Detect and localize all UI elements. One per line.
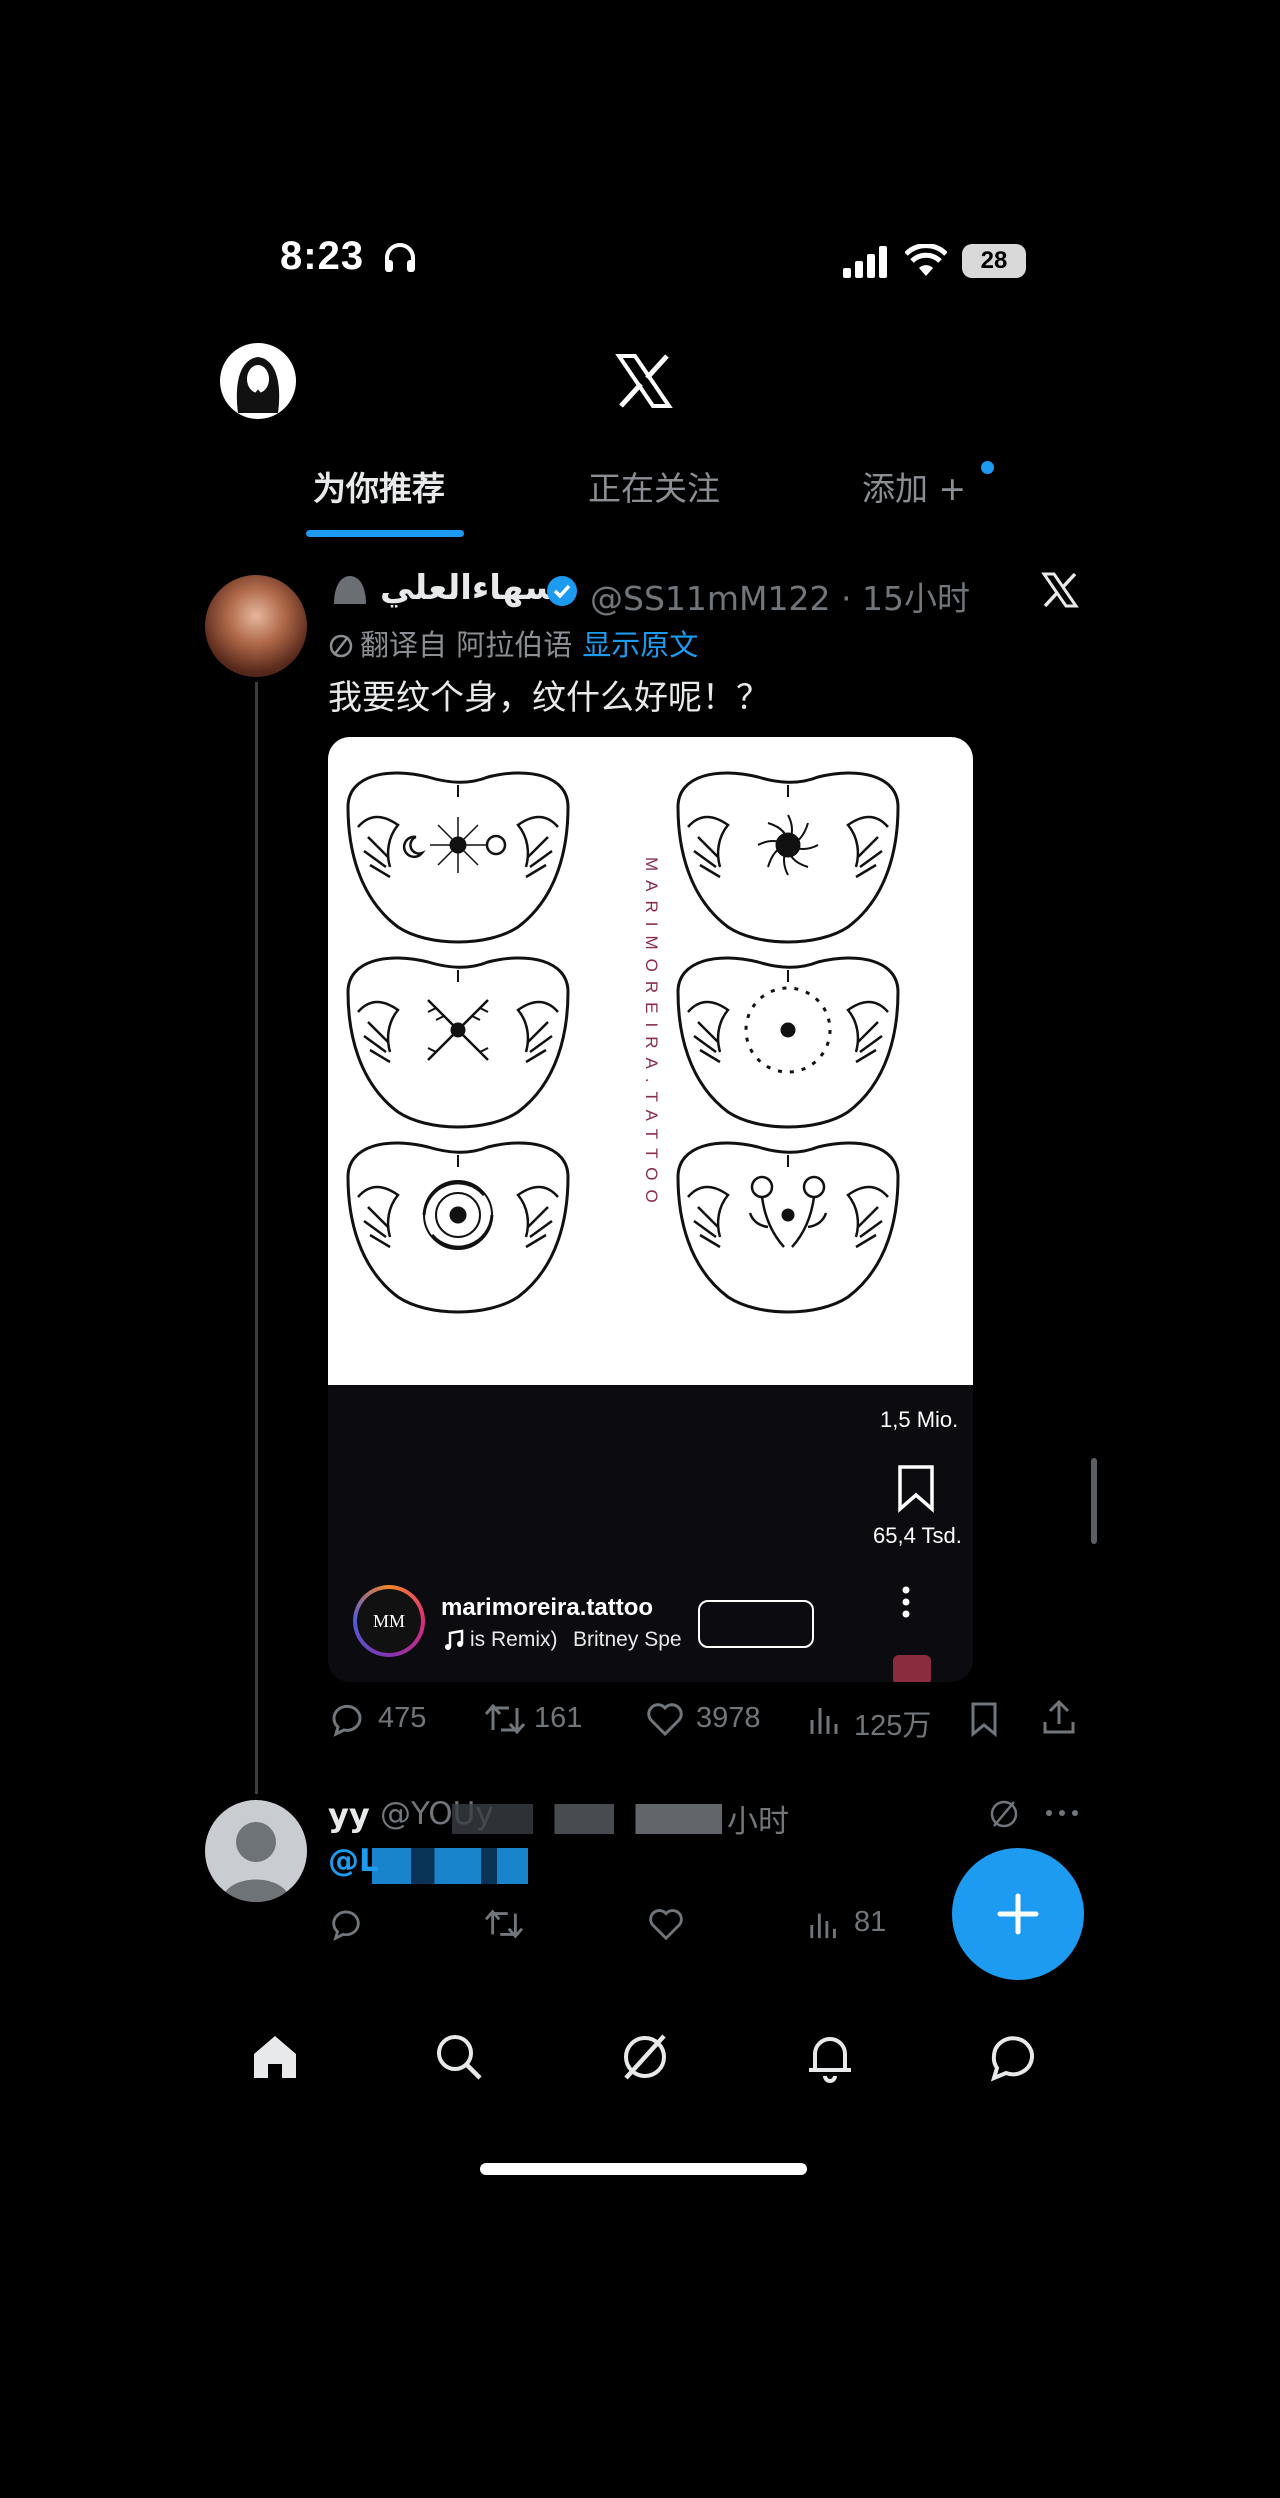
post-handle-time[interactable]: @SS11mM122 · 15小时 xyxy=(590,572,970,620)
translation-row: 翻译自 阿拉伯语 显示原文 xyxy=(328,622,698,664)
tab-add[interactable]: 添加 + xyxy=(862,462,966,510)
grok-icon[interactable] xyxy=(988,1798,1020,1830)
active-tab-indicator xyxy=(306,530,464,537)
reel-song-part1: is Remix) xyxy=(470,1628,558,1651)
repost-icon[interactable] xyxy=(483,1700,527,1738)
messages-icon[interactable] xyxy=(986,2030,1040,2084)
battery-indicator: 28 xyxy=(962,244,1026,278)
tattoo-sheet-image: MARIMOREIRA.TATTOO xyxy=(328,737,973,1385)
wifi-icon xyxy=(905,244,947,276)
reel-save-count: 65,4 Tsd. xyxy=(873,1523,962,1548)
profile-avatar[interactable] xyxy=(220,343,296,419)
tab-following[interactable]: 正在关注 xyxy=(588,462,720,510)
music-note-icon xyxy=(445,1629,464,1650)
reply-icon[interactable] xyxy=(328,1906,364,1942)
save-overlay-icon[interactable] xyxy=(896,1463,936,1513)
views-icon[interactable] xyxy=(808,1700,844,1738)
x-logo-icon xyxy=(615,354,673,408)
notification-dot xyxy=(981,461,994,474)
reel-account-name[interactable]: marimoreira.tattoo xyxy=(441,1594,653,1622)
redacted-block xyxy=(452,1804,722,1834)
emoji-badge-icon xyxy=(334,576,366,604)
grok-icon[interactable] xyxy=(1040,570,1080,610)
reply-icon[interactable] xyxy=(328,1700,366,1738)
reel-song-part2: Britney Spe xyxy=(573,1628,682,1651)
bell-icon[interactable] xyxy=(803,2030,857,2084)
feed-scrollbar[interactable] xyxy=(1091,1458,1097,1544)
compose-icon xyxy=(997,1893,1039,1935)
second-post-name[interactable]: yy xyxy=(328,1796,370,1834)
explore-icon[interactable] xyxy=(618,2030,672,2084)
post-text: 我要纹个身，纹什么好呢！？ xyxy=(328,678,770,718)
translated-from-label: 翻译自 阿拉伯语 xyxy=(360,628,573,662)
like-icon[interactable] xyxy=(645,1700,685,1738)
reel-logo-text: MM xyxy=(357,1589,421,1653)
follow-button[interactable] xyxy=(698,1600,814,1648)
status-time: 8:23 xyxy=(280,234,365,278)
headphones-icon xyxy=(385,243,415,272)
repost-icon[interactable] xyxy=(483,1906,525,1942)
second-post-time: 小时 xyxy=(727,1804,789,1840)
home-icon[interactable] xyxy=(248,2030,302,2084)
show-original-link[interactable]: 显示原文 xyxy=(582,628,698,662)
watermark-text: MARIMOREIRA.TATTOO xyxy=(642,857,661,1212)
post-display-name[interactable]: سهاءالعلي xyxy=(380,568,558,608)
translate-icon xyxy=(329,634,353,658)
like-icon[interactable] xyxy=(647,1906,685,1942)
reel-like-count: 1,5 Mio. xyxy=(880,1407,959,1432)
compose-button[interactable] xyxy=(952,1848,1084,1980)
more-vertical-icon[interactable] xyxy=(901,1585,911,1619)
post-media[interactable]: MARIMOREIRA.TATTOO 1,5 Mio. 65,4 Tsd. MM… xyxy=(328,737,973,1682)
view-count: 125万 xyxy=(854,1710,932,1742)
thread-line xyxy=(255,682,258,1794)
reel-account-logo[interactable]: MM xyxy=(353,1585,425,1657)
verified-icon xyxy=(547,576,577,606)
redacted-mention-block xyxy=(372,1848,528,1884)
second-post-avatar[interactable] xyxy=(205,1800,307,1902)
like-count: 3978 xyxy=(696,1702,761,1734)
bookmark-icon[interactable] xyxy=(968,1700,1000,1738)
share-icon[interactable] xyxy=(1040,1698,1078,1738)
more-horizontal-icon[interactable] xyxy=(1044,1808,1080,1818)
tab-for-you[interactable]: 为你推荐 xyxy=(313,462,445,510)
home-indicator xyxy=(480,2163,807,2175)
post-author-avatar[interactable] xyxy=(205,575,307,677)
heart-overlay-icon[interactable] xyxy=(903,1355,933,1385)
signal-icon xyxy=(843,246,887,278)
search-icon[interactable] xyxy=(432,2030,486,2084)
repost-count: 161 xyxy=(534,1702,583,1734)
tattoo-designs-illustration: MARIMOREIRA.TATTOO xyxy=(346,771,900,1314)
second-post-view-count: 81 xyxy=(854,1906,887,1938)
reply-count: 475 xyxy=(378,1702,427,1734)
audio-thumbnail[interactable] xyxy=(893,1655,931,1682)
views-icon[interactable] xyxy=(808,1906,842,1942)
